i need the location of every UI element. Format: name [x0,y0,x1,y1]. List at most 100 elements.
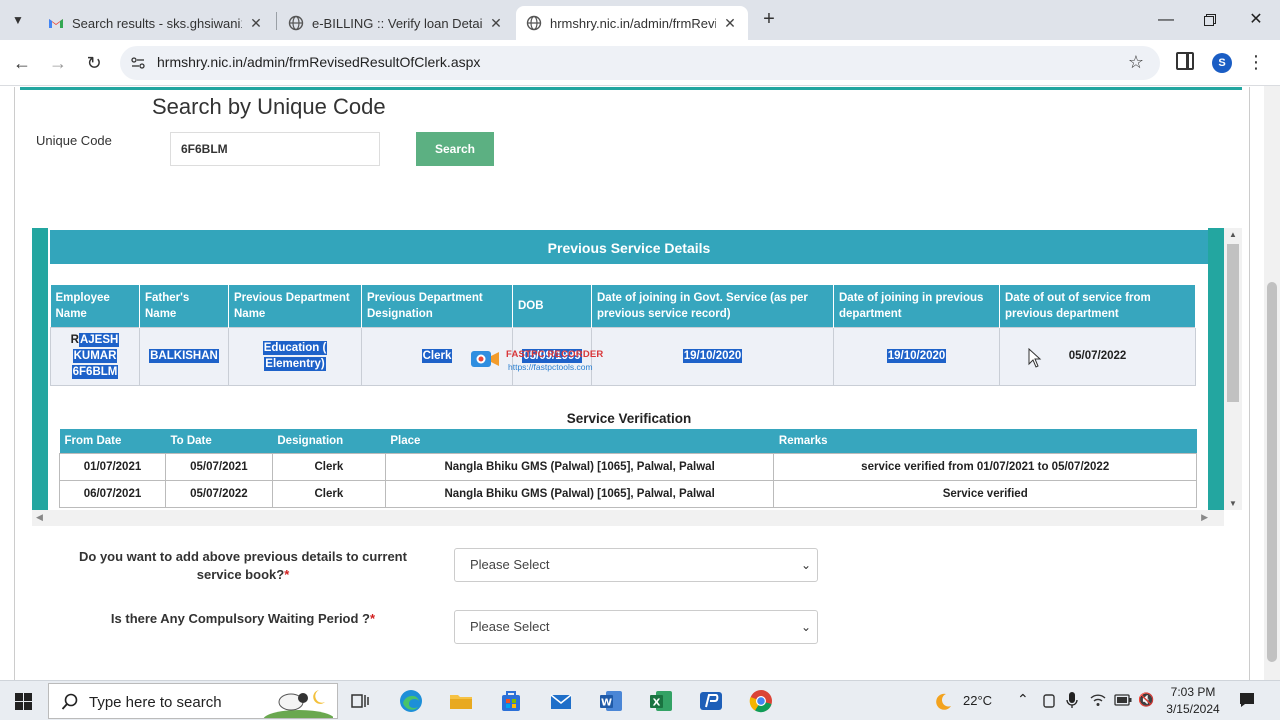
tab-ebilling[interactable]: e-BILLING :: Verify loan Detail ✕ [278,6,514,40]
scrollbar-thumb[interactable] [1227,244,1239,402]
recorder-camera-icon [471,351,499,367]
recorder-watermark: FASTPC RECORDER https://fastpctools.com [470,346,630,376]
svg-text:X: X [653,698,661,709]
watermark-title: FASTPC RECORDER [506,349,604,360]
back-arrow-icon[interactable]: ← [10,51,34,75]
required-asterisk: * [370,611,376,626]
task-view-icon[interactable] [346,687,374,715]
windows-taskbar: Type here to search W X 22°C ⌃ 🔇 [0,680,1280,720]
column-header: Designation [272,429,386,453]
chevron-up-icon[interactable]: ⌃ [1017,691,1029,708]
site-settings-icon[interactable] [130,55,146,71]
waiting-period-select[interactable]: Please Select ⌄ [454,610,818,644]
chrome-icon[interactable] [747,687,775,715]
from-date: 06/07/2021 [59,479,166,508]
address-bar[interactable]: hrmshry.nic.in/admin/frmRevisedResultOfC… [120,46,1160,80]
column-header: Remarks [773,429,1197,453]
selected-option: Please Select [470,619,550,634]
forward-arrow-icon[interactable]: → [46,51,70,75]
add-previous-details-select[interactable]: Please Select ⌄ [454,548,818,582]
reload-icon[interactable]: ↻ [82,51,106,75]
place: Nangla Bhiku GMS (Palwal) [1065], Palwal… [384,452,775,481]
column-header: DOB [512,285,592,327]
word-icon[interactable]: W [597,687,625,715]
scroll-left-arrow-icon[interactable]: ◀ [36,512,43,523]
column-header: Date of out of service from previous dep… [999,285,1196,327]
meet-now-icon[interactable] [1042,693,1056,709]
page-vertical-scrollbar[interactable] [1264,86,1280,680]
remarks: Service verified [773,479,1197,508]
edge-browser-icon[interactable] [397,687,425,715]
notification-center-icon[interactable] [1238,691,1256,709]
department-line1: Education ( [262,341,328,355]
employee-name-cell: RAJESH KUMAR 6F6BLM [50,326,140,386]
column-header: To Date [165,429,273,453]
microsoft-store-icon[interactable] [497,687,525,715]
tab-close-icon[interactable]: ✕ [248,15,264,32]
tab-gmail-search[interactable]: Search results - sks.ghsiwani11 ✕ [38,6,274,40]
globe-icon [526,15,542,31]
tab-hrms-active[interactable]: hrmshry.nic.in/admin/frmRevise ✕ [516,6,748,40]
temperature: 22°C [963,693,993,708]
tab-search-menu-icon[interactable]: ▼ [8,10,28,30]
scrollbar-thumb[interactable] [1267,282,1277,662]
previous-service-panel[interactable]: Previous Service Details Employee Name F… [32,228,1242,526]
wifi-icon[interactable] [1090,693,1106,707]
taskbar-search-box[interactable]: Type here to search [48,683,338,719]
father-name-cell: BALKISHAN [139,326,229,386]
profile-avatar[interactable]: S [1212,53,1232,73]
volume-muted-icon[interactable]: 🔇 [1138,692,1154,708]
close-window-icon[interactable]: ✕ [1244,8,1268,32]
join-dept-date: 19/10/2020 [886,349,947,363]
windows-start-icon[interactable] [15,693,32,710]
column-header: Previous Department Designation [361,285,513,327]
mail-icon[interactable] [547,687,575,715]
waiting-period-label: Is there Any Compulsory Waiting Period ?… [60,610,426,628]
restore-icon[interactable] [1198,8,1222,32]
employee-name-first-letter: R [70,334,79,346]
bookmark-star-icon[interactable]: ☆ [1128,52,1144,73]
new-tab-button[interactable]: + [758,8,780,30]
tab-close-icon[interactable]: ✕ [722,15,738,32]
unique-code-label: Unique Code [36,133,112,148]
search-button[interactable]: Search [416,132,494,166]
microphone-icon[interactable] [1066,691,1078,709]
scroll-up-arrow-icon[interactable]: ▲ [1229,230,1237,239]
file-explorer-icon[interactable] [447,687,475,715]
table-header-row: From Date To Date Designation Place Rema… [59,429,1197,453]
taskbar-clock[interactable]: 7:03 PM 3/15/2024 [1160,684,1226,718]
tab-close-icon[interactable]: ✕ [488,15,504,32]
column-header: From Date [59,429,166,453]
table-header-row: Employee Name Father's Name Previous Dep… [50,285,1196,327]
scroll-down-arrow-icon[interactable]: ▼ [1229,499,1237,508]
browser-tab-bar: ▼ Search results - sks.ghsiwani11 ✕ e-BI… [0,0,1280,40]
employee-name-selected: AJESH [78,333,120,347]
url-text: hrmshry.nic.in/admin/frmRevisedResultOfC… [157,54,481,70]
minimize-icon[interactable]: — [1154,8,1178,32]
designation: Clerk [271,452,386,481]
remote-app-icon[interactable] [697,687,725,715]
table-row: 01/07/2021 05/07/2021 Clerk Nangla Bhiku… [59,452,1197,481]
unique-code-input[interactable]: 6F6BLM [170,132,380,166]
chevron-down-icon: ⌄ [800,620,811,634]
gmail-icon [49,19,63,28]
tab-title: hrmshry.nic.in/admin/frmRevise [550,15,716,31]
excel-icon[interactable]: X [647,687,675,715]
table-row: 06/07/2021 05/07/2022 Clerk Nangla Bhiku… [59,479,1197,508]
side-panel-icon[interactable] [1176,52,1194,70]
panel-horizontal-scrollbar[interactable]: ◀ ▶ [32,510,1224,526]
column-header: Previous Department Name [228,285,362,327]
column-header: Date of joining in Govt. Service (as per… [591,285,834,327]
join-dept-cell: 19/10/2020 [833,326,1000,386]
battery-icon[interactable] [1114,694,1132,706]
employee-code: 6F6BLM [71,365,119,379]
clock-time: 7:03 PM [1170,685,1216,699]
scroll-right-arrow-icon[interactable]: ▶ [1201,512,1208,523]
column-header: Father's Name [139,285,229,327]
browser-menu-icon[interactable]: ⋮ [1247,52,1265,72]
previous-service-title: Previous Service Details [50,230,1208,264]
page-content: Search by Unique Code Unique Code 6F6BLM… [0,87,1280,680]
panel-vertical-scrollbar[interactable]: ▲ ▼ [1224,228,1242,510]
clock-date: 3/15/2024 [1166,702,1220,716]
question-text: Do you want to add above previous detail… [79,549,407,564]
